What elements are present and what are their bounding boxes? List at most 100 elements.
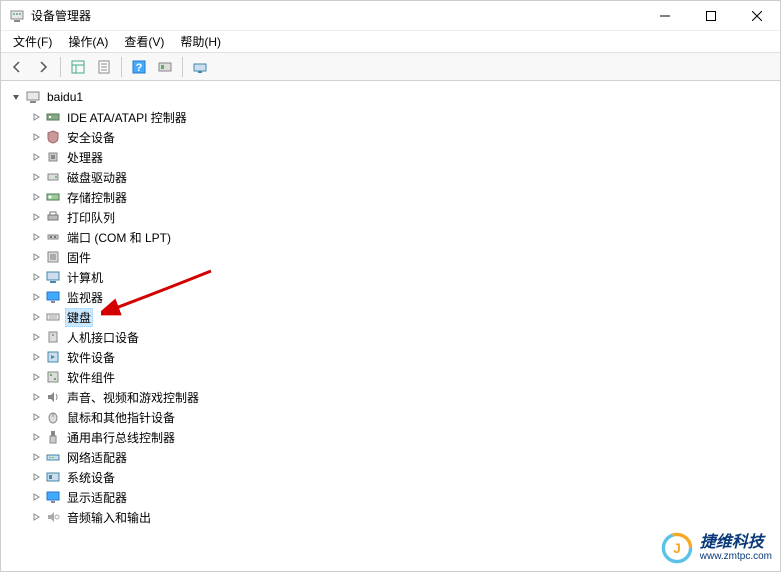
expand-icon[interactable] bbox=[29, 130, 43, 144]
tree-root-node[interactable]: baidu1 bbox=[5, 87, 776, 107]
computer-icon bbox=[45, 269, 61, 285]
toolbar-separator bbox=[182, 57, 183, 77]
app-icon bbox=[9, 8, 25, 24]
security-icon bbox=[45, 129, 61, 145]
toolbar-separator bbox=[121, 57, 122, 77]
device-tree[interactable]: baidu1 IDE ATA/ATAPI 控制器安全设备处理器磁盘驱动器存储控制… bbox=[1, 81, 780, 571]
network-icon bbox=[45, 449, 61, 465]
help-button[interactable]: ? bbox=[127, 55, 151, 79]
expand-icon[interactable] bbox=[29, 150, 43, 164]
scan-hardware-button[interactable] bbox=[153, 55, 177, 79]
menu-action[interactable]: 操作(A) bbox=[60, 30, 116, 53]
port-icon bbox=[45, 229, 61, 245]
tree-node[interactable]: 声音、视频和游戏控制器 bbox=[5, 387, 776, 407]
tree-node[interactable]: 鼠标和其他指针设备 bbox=[5, 407, 776, 427]
tree-node-label: 固件 bbox=[65, 248, 93, 267]
tree-node[interactable]: 系统设备 bbox=[5, 467, 776, 487]
tree-node[interactable]: 软件组件 bbox=[5, 367, 776, 387]
cpu-icon bbox=[45, 149, 61, 165]
expand-icon[interactable] bbox=[29, 270, 43, 284]
tree-node-label: 通用串行总线控制器 bbox=[65, 428, 177, 447]
tree-node-label: 人机接口设备 bbox=[65, 328, 141, 347]
expand-icon[interactable] bbox=[29, 210, 43, 224]
expand-icon[interactable] bbox=[29, 310, 43, 324]
expand-icon[interactable] bbox=[29, 250, 43, 264]
tree-node[interactable]: 计算机 bbox=[5, 267, 776, 287]
expand-icon[interactable] bbox=[29, 290, 43, 304]
expand-icon[interactable] bbox=[29, 430, 43, 444]
tree-node[interactable]: 打印队列 bbox=[5, 207, 776, 227]
tree-node-label: 声音、视频和游戏控制器 bbox=[65, 388, 201, 407]
back-button[interactable] bbox=[5, 55, 29, 79]
tree-node[interactable]: 监视器 bbox=[5, 287, 776, 307]
menu-view[interactable]: 查看(V) bbox=[116, 30, 172, 53]
tree-node[interactable]: 安全设备 bbox=[5, 127, 776, 147]
expand-icon[interactable] bbox=[29, 470, 43, 484]
tree-node-label: 系统设备 bbox=[65, 468, 117, 487]
expand-icon[interactable] bbox=[29, 110, 43, 124]
tree-node[interactable]: 键盘 bbox=[5, 307, 776, 327]
expand-icon[interactable] bbox=[29, 330, 43, 344]
tree-node[interactable]: 显示适配器 bbox=[5, 487, 776, 507]
tree-node-label: 打印队列 bbox=[65, 208, 117, 227]
software-icon bbox=[45, 349, 61, 365]
expand-icon[interactable] bbox=[29, 350, 43, 364]
watermark: J 捷维科技 www.zmtpc.com bbox=[660, 531, 772, 565]
expand-icon[interactable] bbox=[29, 390, 43, 404]
toolbar: ? bbox=[1, 53, 780, 81]
svg-text:J: J bbox=[673, 541, 681, 556]
tree-node-label: 鼠标和其他指针设备 bbox=[65, 408, 177, 427]
audio-icon bbox=[45, 389, 61, 405]
tree-node-label: 网络适配器 bbox=[65, 448, 129, 467]
printer-icon bbox=[45, 209, 61, 225]
tree-node-label: IDE ATA/ATAPI 控制器 bbox=[65, 108, 189, 127]
show-hide-tree-button[interactable] bbox=[66, 55, 90, 79]
expand-icon[interactable] bbox=[29, 230, 43, 244]
properties-button[interactable] bbox=[92, 55, 116, 79]
computer-icon bbox=[25, 89, 41, 105]
tree-node[interactable]: IDE ATA/ATAPI 控制器 bbox=[5, 107, 776, 127]
expand-icon[interactable] bbox=[29, 450, 43, 464]
tree-node[interactable]: 处理器 bbox=[5, 147, 776, 167]
tree-node-label: 安全设备 bbox=[65, 128, 117, 147]
tree-node-label: 存储控制器 bbox=[65, 188, 129, 207]
forward-button[interactable] bbox=[31, 55, 55, 79]
keyboard-icon bbox=[45, 309, 61, 325]
component-icon bbox=[45, 369, 61, 385]
tree-node[interactable]: 通用串行总线控制器 bbox=[5, 427, 776, 447]
tree-node[interactable]: 软件设备 bbox=[5, 347, 776, 367]
tree-node-label: 软件设备 bbox=[65, 348, 117, 367]
tree-node[interactable]: 磁盘驱动器 bbox=[5, 167, 776, 187]
tree-node[interactable]: 端口 (COM 和 LPT) bbox=[5, 227, 776, 247]
tree-node[interactable]: 网络适配器 bbox=[5, 447, 776, 467]
tree-node[interactable]: 固件 bbox=[5, 247, 776, 267]
expand-icon[interactable] bbox=[29, 510, 43, 524]
expand-icon[interactable] bbox=[29, 490, 43, 504]
menu-file[interactable]: 文件(F) bbox=[5, 30, 60, 53]
maximize-button[interactable] bbox=[688, 1, 734, 31]
tree-node-label: 音频输入和输出 bbox=[65, 508, 153, 527]
expand-icon[interactable] bbox=[29, 370, 43, 384]
tree-node[interactable]: 存储控制器 bbox=[5, 187, 776, 207]
menu-help[interactable]: 帮助(H) bbox=[172, 30, 229, 53]
expand-icon[interactable] bbox=[29, 190, 43, 204]
root-label: baidu1 bbox=[45, 89, 85, 105]
display-icon bbox=[45, 489, 61, 505]
tree-node[interactable]: 音频输入和输出 bbox=[5, 507, 776, 527]
tree-node[interactable]: 人机接口设备 bbox=[5, 327, 776, 347]
watermark-url: www.zmtpc.com bbox=[700, 551, 772, 562]
tree-node-label: 监视器 bbox=[65, 288, 105, 307]
firmware-icon bbox=[45, 249, 61, 265]
tree-node-label: 处理器 bbox=[65, 148, 105, 167]
window-buttons bbox=[642, 1, 780, 31]
close-button[interactable] bbox=[734, 1, 780, 31]
devices-by-connection-button[interactable] bbox=[188, 55, 212, 79]
menubar: 文件(F) 操作(A) 查看(V) 帮助(H) bbox=[1, 31, 780, 53]
expand-icon[interactable] bbox=[29, 410, 43, 424]
watermark-logo-icon: J bbox=[660, 531, 694, 565]
minimize-button[interactable] bbox=[642, 1, 688, 31]
mouse-icon bbox=[45, 409, 61, 425]
tree-node-label: 磁盘驱动器 bbox=[65, 168, 129, 187]
expand-icon[interactable] bbox=[29, 170, 43, 184]
expand-icon[interactable] bbox=[9, 90, 23, 104]
